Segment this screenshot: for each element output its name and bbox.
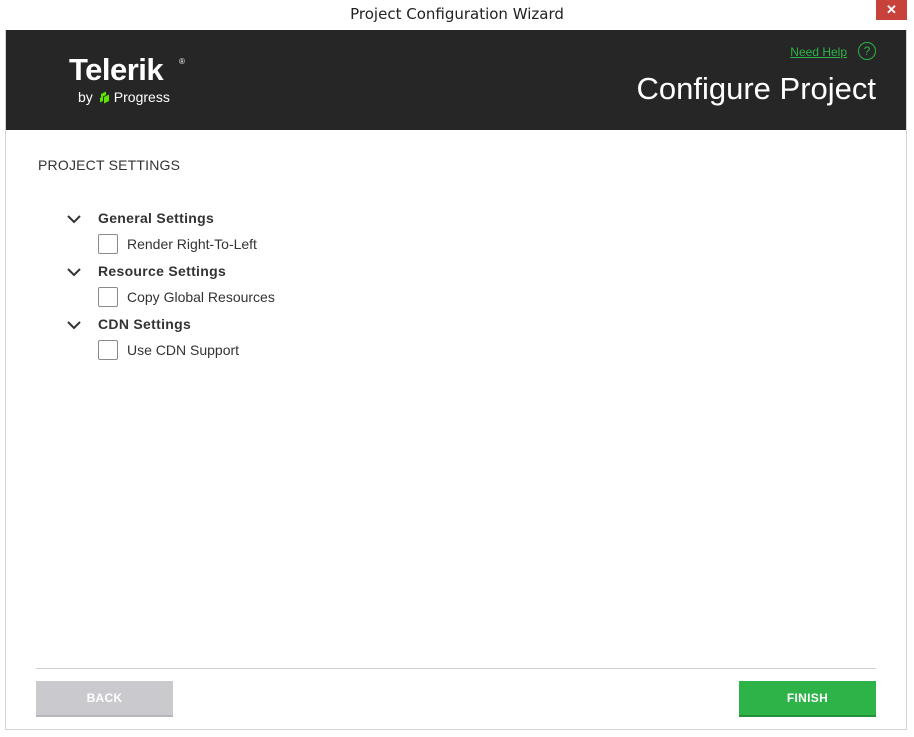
logo-byline: by Progress	[78, 89, 170, 105]
copy-global-resources-checkbox[interactable]	[98, 287, 118, 307]
render-rtl-option[interactable]: Render Right-To-Left	[98, 233, 257, 255]
section-heading: PROJECT SETTINGS	[38, 157, 181, 173]
telerik-logo: Telerik ® by Progress	[69, 52, 199, 112]
wizard-window: Project Configuration Wizard ✕ Telerik ®…	[0, 0, 914, 737]
use-cdn-support-checkbox[interactable]	[98, 340, 118, 360]
logo-company: Progress	[113, 89, 170, 105]
group-label: Resource Settings	[98, 263, 227, 279]
chevron-down-icon[interactable]	[66, 213, 82, 225]
wizard-frame: Telerik ® by Progress Need Help ? Config…	[5, 30, 907, 730]
option-label[interactable]: Render Right-To-Left	[127, 236, 257, 252]
logo-brand: Telerik	[69, 52, 164, 87]
close-button[interactable]: ✕	[876, 0, 907, 20]
chevron-down-icon[interactable]	[66, 319, 82, 331]
group-label: General Settings	[98, 210, 215, 226]
option-label[interactable]: Copy Global Resources	[127, 289, 275, 305]
render-rtl-checkbox[interactable]	[98, 234, 118, 254]
option-label[interactable]: Use CDN Support	[127, 342, 239, 358]
title-bar: Project Configuration Wizard ✕	[0, 0, 914, 30]
group-label: CDN Settings	[98, 316, 192, 332]
close-icon: ✕	[886, 2, 897, 17]
footer-divider	[36, 668, 876, 669]
logo-by: by	[78, 89, 93, 105]
window-title: Project Configuration Wizard	[350, 5, 564, 23]
page-title: Configure Project	[636, 71, 876, 106]
finish-button[interactable]: FINISH	[739, 681, 876, 717]
chevron-down-icon[interactable]	[66, 266, 82, 278]
logo-registered-mark: ®	[179, 57, 185, 66]
back-button[interactable]: BACK	[36, 681, 173, 717]
need-help-link[interactable]: Need Help	[790, 45, 847, 59]
progress-logo-icon	[99, 91, 109, 104]
copy-global-resources-option[interactable]: Copy Global Resources	[98, 286, 275, 308]
help-circle-icon[interactable]: ?	[858, 42, 876, 60]
wizard-header: Telerik ® by Progress Need Help ? Config…	[6, 30, 906, 130]
use-cdn-support-option[interactable]: Use CDN Support	[98, 339, 239, 361]
